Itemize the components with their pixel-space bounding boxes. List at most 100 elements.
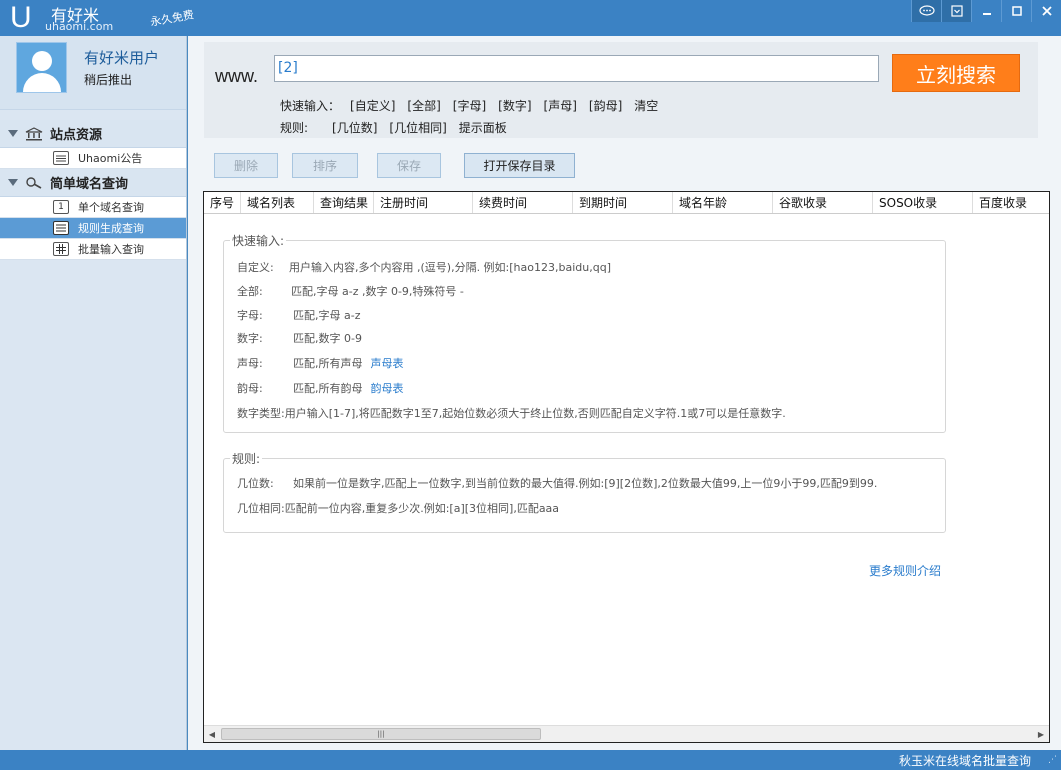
help-line-same: 几位相同:匹配前一位内容,重复多少次.例如:[a][3位相同],匹配aaa [237,500,559,516]
table-header: 序号 域名列表 查询结果 注册时间 续费时间 到期时间 域名年龄 谷歌收录 SO… [204,192,1049,214]
chat-icon [918,5,935,16]
help-text: 匹配,数字 0-9 [293,332,362,345]
quick-digit-link[interactable]: [数字] [498,97,531,114]
quick-input-label: 快速输入： [280,99,341,113]
sidebar-item-label: 单个域名查询 [78,201,144,214]
results-table: 序号 域名列表 查询结果 注册时间 续费时间 到期时间 域名年龄 谷歌收录 SO… [203,191,1050,743]
user-panel: 有好米用户 稍后推出 [0,36,186,110]
sidebar-group-site-resources[interactable]: 站点资源 [0,120,186,148]
help-label: 韵母: [237,382,263,395]
scrollbar-thumb[interactable]: ||| [221,728,541,740]
help-line-digits: 几位数: 如果前一位是数字,匹配上一位数字,到当前位数的最大值得.例如:[9][2… [237,475,877,491]
delete-button[interactable]: 删除 [214,153,278,178]
title-bar: U 有好米 uhaomi.com 永久免费 [0,0,1061,36]
column-header-register-time[interactable]: 注册时间 [374,192,473,213]
help-text: 匹配前一位内容,重复多少次.例如:[a][3位相同],匹配aaa [284,502,560,515]
help-text: 匹配,字母 a-z ,数字 0-9,特殊符号 - [291,285,464,298]
help-text: 用户输入[1-7],将匹配数字1至7,起始位数必须大于终止位数,否则匹配自定义字… [284,407,786,420]
sidebar-item-announcement[interactable]: Uhaomi公告 [0,148,186,169]
sidebar-group-label: 站点资源 [50,128,103,143]
logo-letter: U [10,1,32,34]
rules-help-legend: 规则: [230,450,263,467]
user-subtitle: 稍后推出 [84,73,133,87]
www-prefix: www. [215,66,259,86]
help-label: 自定义: [237,261,274,274]
sidebar-group-simple-query[interactable]: 简单域名查询 [0,169,186,197]
quick-input-help-legend: 快速输入: [230,232,287,249]
column-header-renew-time[interactable]: 续费时间 [473,192,573,213]
sidebar-group-label: 简单域名查询 [50,177,129,192]
quick-all-link[interactable]: [全部] [407,97,440,114]
column-header-expire-time[interactable]: 到期时间 [573,192,673,213]
open-save-dir-button[interactable]: 打开保存目录 [464,153,575,178]
save-button[interactable]: 保存 [377,153,441,178]
sidebar-item-batch-query[interactable]: 批量输入查询 [0,239,186,260]
search-icon [25,176,43,190]
help-text: 匹配,字母 a-z [293,309,361,322]
search-now-button[interactable]: 立刻搜索 [892,54,1020,92]
quick-initial-link[interactable]: [声母] [544,97,577,114]
rules-label: 规则: [280,121,309,135]
grid-icon [53,242,69,256]
avatar-head-shape [32,51,52,71]
resize-grip-icon[interactable]: ⋰ [1048,755,1057,765]
rule-digits-link[interactable]: [几位数] [332,119,377,136]
logo-domain: uhaomi.com [45,20,114,33]
list-icon [53,221,69,235]
quick-custom-link[interactable]: [自定义] [350,97,395,114]
avatar [16,42,67,93]
logo-tagline: 永久免费 [149,8,195,29]
status-text: 秋玉米在线域名批量查询 [898,754,1031,768]
sidebar-item-label: 规则生成查询 [78,222,144,235]
menu-button[interactable] [941,0,971,22]
chat-button[interactable] [911,0,941,22]
help-line-custom: 自定义: 用户输入内容,多个内容用 ,(逗号),分隔. 例如:[hao123,ba… [237,259,611,275]
rule-same-link[interactable]: [几位相同] [389,119,446,136]
sort-button[interactable]: 排序 [292,153,358,178]
column-header-domain-age[interactable]: 域名年龄 [673,192,773,213]
help-label: 几位数: [237,477,274,490]
rules-row: 规则: [几位数] [几位相同] 提示面板 [280,119,519,136]
sidebar: 有好米用户 稍后推出 站点资源 Uhaomi公告 简单域名查询 1 单个域名查询… [0,36,187,750]
scroll-left-icon[interactable]: ◀ [206,728,218,740]
menu-icon [950,5,963,17]
scroll-right-icon[interactable]: ▶ [1035,728,1047,740]
close-button[interactable] [1031,0,1061,22]
quick-final-link[interactable]: [韵母] [589,97,622,114]
column-header-index[interactable]: 序号 [204,192,241,213]
sidebar-item-rule-query[interactable]: 规则生成查询 [0,218,186,239]
help-label: 数字类型: [237,407,285,420]
sidebar-item-label: 批量输入查询 [78,243,144,256]
column-header-domain[interactable]: 域名列表 [241,192,314,213]
help-line-digit: 数字: 匹配,数字 0-9 [237,330,362,346]
horizontal-scrollbar[interactable]: ◀ ||| ▶ [204,725,1049,742]
initial-table-link[interactable]: 声母表 [371,357,404,370]
calendar-icon [53,151,69,165]
quick-clear-link[interactable]: 清空 [634,97,658,114]
sidebar-item-single-query[interactable]: 1 单个域名查询 [0,197,186,218]
help-line-letter: 字母: 匹配,字母 a-z [237,307,360,323]
help-line-initial: 声母: 匹配,所有声母 声母表 [237,355,404,371]
sidebar-item-label: Uhaomi公告 [78,152,143,165]
minimize-icon [982,13,991,15]
close-icon [1041,6,1052,16]
maximize-button[interactable] [1001,0,1031,22]
help-line-all: 全部: 匹配,字母 a-z ,数字 0-9,特殊符号 - [237,283,464,299]
help-label: 声母: [237,357,263,370]
more-rules-link[interactable]: 更多规则介绍 [869,562,941,579]
status-bar: 秋玉米在线域名批量查询 ⋰ [0,750,1061,770]
minimize-button[interactable] [971,0,1001,22]
domain-rule-input[interactable]: [2] [274,55,879,82]
final-table-link[interactable]: 韵母表 [371,382,404,395]
column-header-baidu-index[interactable]: 百度收录 [973,192,1049,213]
column-header-result[interactable]: 查询结果 [314,192,374,213]
collapse-triangle-icon [8,130,18,137]
maximize-icon [1011,6,1022,16]
help-line-number-type: 数字类型:用户输入[1-7],将匹配数字1至7,起始位数必须大于终止位数,否则匹… [237,405,786,421]
column-header-soso-index[interactable]: SOSO收录 [873,192,973,213]
column-header-google-index[interactable]: 谷歌收录 [773,192,873,213]
help-label: 几位相同: [237,502,285,515]
help-label: 全部: [237,285,263,298]
quick-letter-link[interactable]: [字母] [453,97,486,114]
hint-panel-link[interactable]: 提示面板 [459,119,507,136]
